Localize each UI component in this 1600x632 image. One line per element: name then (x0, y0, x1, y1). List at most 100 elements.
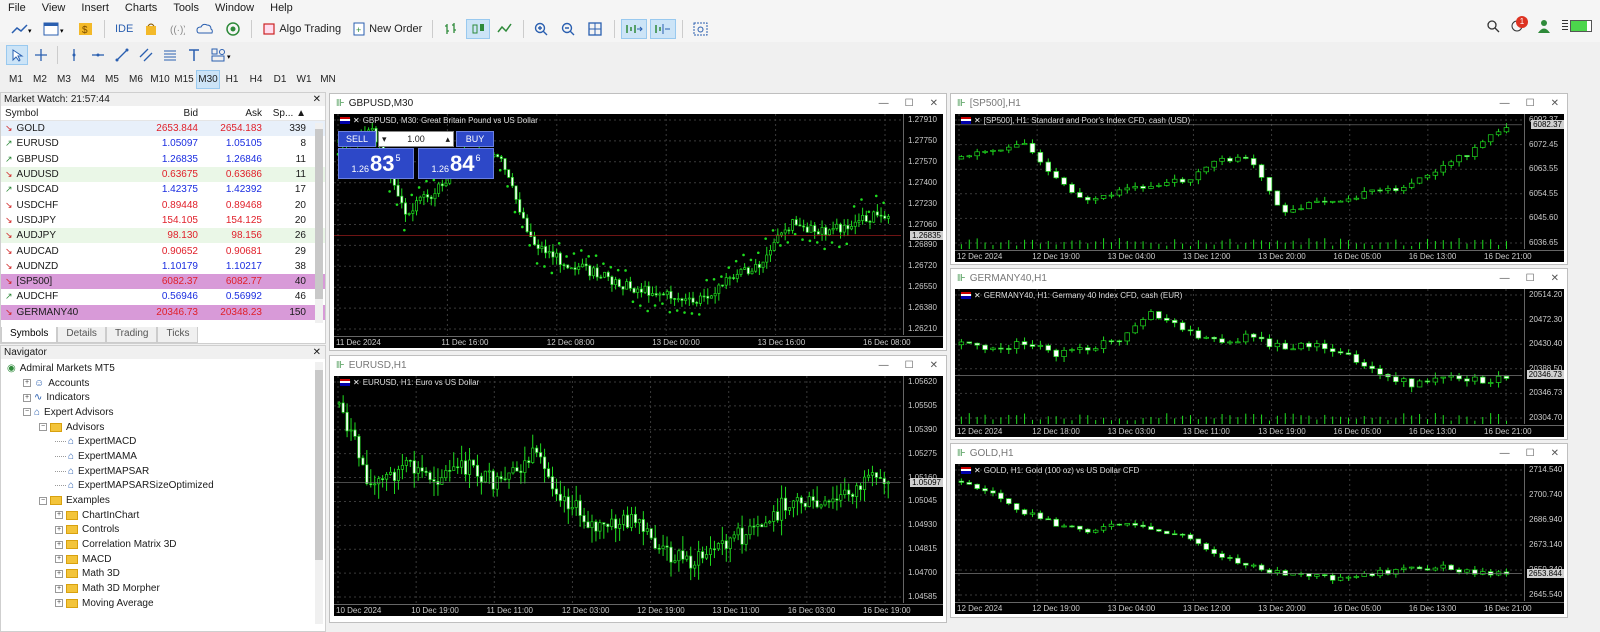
horizontal-line-button[interactable] (87, 45, 109, 65)
chart-window-gold[interactable]: ⊪ GOLD,H1 — ☐ ✕ 2714.540 2700.740 2686.940 2673… (950, 443, 1568, 618)
market-watch-row[interactable]: ↗ AUDCHF 0.56946 0.56992 46 (1, 289, 325, 305)
chart-area[interactable]: 20514.20 20472.30 20430.40 20388.50 20346.73… (955, 289, 1564, 437)
vps-button[interactable] (192, 19, 218, 39)
time-axis[interactable]: 12 Dec 2024 12 Dec 18:00 13 Dec 03:00 13 De… (955, 425, 1564, 437)
navigator-item[interactable]: ⌂ ExpertMAMA (1, 449, 325, 464)
maximize-icon[interactable]: ☐ (905, 360, 914, 371)
close-icon[interactable]: ✕ (1551, 98, 1559, 109)
expand-icon[interactable]: + (55, 525, 63, 534)
lot-decrease-icon[interactable]: ▾ (382, 134, 387, 145)
navigator-item[interactable]: ⌂ ExpertMAPSARSizeOptimized (1, 479, 325, 494)
auto-scroll-button[interactable] (621, 19, 648, 39)
navigator-item[interactable]: − Examples (1, 493, 325, 508)
maximize-icon[interactable]: ☐ (1526, 273, 1535, 284)
navigator-item[interactable]: + ☺ Accounts (1, 376, 325, 391)
minimize-icon[interactable]: — (1500, 273, 1510, 284)
chart-canvas[interactable] (955, 114, 1564, 262)
line-chart-button[interactable] (493, 19, 517, 39)
menu-window[interactable]: Window (207, 2, 262, 14)
sell-price-box[interactable]: 1.26 83 5 (338, 148, 414, 179)
time-axis[interactable]: 12 Dec 2024 12 Dec 19:00 13 Dec 04:00 13 De… (955, 250, 1564, 262)
time-axis[interactable]: 11 Dec 2024 11 Dec 16:00 12 Dec 08:00 13 De… (334, 336, 943, 348)
market-watch-row[interactable]: ↗ USDCAD 1.42375 1.42392 17 (1, 182, 325, 198)
column-symbol[interactable]: Symbol (1, 108, 135, 119)
navigator-item[interactable]: ◉ Admiral Markets MT5 (1, 361, 325, 376)
timeframe-m2[interactable]: M2 (28, 70, 52, 89)
screenshot-button[interactable] (689, 19, 713, 39)
timeframe-m15[interactable]: M15 (172, 70, 196, 89)
cursor-button[interactable] (6, 45, 28, 65)
menu-charts[interactable]: Charts (117, 2, 165, 14)
navigator-item[interactable]: + ∿ Indicators (1, 390, 325, 405)
price-axis[interactable]: 1.056201.055051.053901.052751.051601.050… (903, 376, 943, 603)
close-icon[interactable]: ✕ (930, 360, 938, 371)
maximize-icon[interactable]: ☐ (1526, 448, 1535, 459)
tab-symbols[interactable]: Symbols (1, 327, 58, 343)
chart-area[interactable]: 6092.376072.456063.556054.556045.606036.… (955, 114, 1564, 262)
chart-window-gbpusd[interactable]: ⊪ GBPUSD,M30— ☐ ✕ 1.27910 1.27750 1.27570 1.27… (329, 93, 947, 351)
chart-window-eurusd[interactable]: ⊪ EURUSD,H1 — ☐ ✕ 1.05620 1.05505 1.05390 1.052… (329, 355, 947, 623)
market-watch-row[interactable]: ↘ USDCHF 0.89448 0.89468 20 (1, 197, 325, 213)
chart-window-titlebar[interactable]: ⊪ GBPUSD,M30 — ☐ ✕ (330, 94, 946, 112)
market-watch-scrollbar[interactable] (315, 123, 323, 323)
close-icon[interactable]: ✕ (313, 94, 321, 105)
buy-button[interactable]: BUY (456, 131, 494, 147)
collapse-icon[interactable]: + (23, 379, 31, 388)
menu-tools[interactable]: Tools (165, 2, 207, 14)
chart-window-sp500[interactable]: ⊪[SP500],H1—☐✕ 6092.376072.456063.556054… (950, 93, 1568, 265)
collapse-icon[interactable]: + (23, 393, 31, 402)
chart-area[interactable]: 1.27910 1.27750 1.27570 1.27400 1.27230 1.270… (334, 114, 943, 348)
lot-size-field[interactable]: ▾ 1.00 ▴ (378, 131, 454, 147)
market-watch-row[interactable]: ↘ AUDCAD 0.90652 0.90681 29 (1, 243, 325, 259)
market-watch-row[interactable]: ↘ AUDUSD 0.63675 0.63686 11 (1, 166, 325, 183)
chart-canvas[interactable] (955, 464, 1564, 614)
expand-icon[interactable]: + (55, 540, 63, 549)
text-button[interactable] (183, 45, 205, 65)
column-ask[interactable]: Ask (200, 108, 264, 119)
timeframe-m5[interactable]: M5 (100, 70, 124, 89)
timeframe-m10[interactable]: M10 (148, 70, 172, 89)
channel-button[interactable] (135, 45, 157, 65)
market-watch-row[interactable]: ↘ USDJPY 154.105 154.125 20 (1, 212, 325, 229)
new-chart-button[interactable]: ▾ (6, 19, 36, 39)
chart-window-titlebar[interactable]: ⊪ EURUSD,H1 — ☐ ✕ (330, 356, 946, 374)
signals-button[interactable]: ((·)) (165, 19, 189, 39)
maximize-icon[interactable]: ☐ (905, 98, 914, 109)
navigator-item[interactable]: + Controls (1, 523, 325, 538)
price-axis[interactable]: 1.27910 1.27750 1.27570 1.27400 1.27230 1.270… (903, 114, 943, 335)
timeframe-m4[interactable]: M4 (76, 70, 100, 89)
close-icon[interactable]: ✕ (313, 347, 321, 358)
chart-window-germany40[interactable]: ⊪ GERMANY40,H1 — ☐ ✕ 20514.20 20472.30 20430.4… (950, 268, 1568, 440)
chart-canvas[interactable] (334, 376, 943, 616)
close-icon[interactable]: ✕ (1551, 448, 1559, 459)
chart-canvas[interactable] (955, 289, 1564, 437)
trendline-button[interactable] (111, 45, 133, 65)
search-icon[interactable] (1486, 19, 1500, 33)
scrollbar-thumb[interactable] (315, 129, 323, 299)
menu-insert[interactable]: Insert (73, 2, 117, 14)
market-watch-row[interactable]: ↘ AUDNZD 1.10179 1.10217 38 (1, 258, 325, 274)
timeframe-h1[interactable]: H1 (220, 70, 244, 89)
navigator-scrollbar[interactable] (315, 362, 323, 624)
close-icon[interactable]: ✕ (1551, 273, 1559, 284)
timeframe-mn[interactable]: MN (316, 70, 340, 89)
notifications-button[interactable]: 1 (1510, 16, 1528, 33)
timeframe-m6[interactable]: M6 (124, 70, 148, 89)
timeframe-m1[interactable]: M1 (4, 70, 28, 89)
shapes-button[interactable]: ▾ (207, 45, 237, 65)
collapse-icon[interactable]: − (39, 423, 47, 432)
expand-icon[interactable]: + (55, 555, 63, 564)
chart-area[interactable]: 1.056201.055051.053901.052751.051601.050… (334, 376, 943, 616)
navigator-item[interactable]: − ⌂ Expert Advisors (1, 405, 325, 420)
navigator-item[interactable]: + MACD (1, 552, 325, 567)
navigator-item[interactable]: + Correlation Matrix 3D (1, 537, 325, 552)
maximize-icon[interactable]: ☐ (1526, 98, 1535, 109)
collapse-icon[interactable]: − (39, 496, 47, 505)
market-watch-row[interactable]: ↗ EURUSD 1.05097 1.05105 8 (1, 136, 325, 152)
scrollbar-thumb[interactable] (315, 370, 323, 560)
time-axis[interactable]: 12 Dec 2024 12 Dec 19:00 13 Dec 04:00 13 De… (955, 602, 1564, 614)
timeframe-w1[interactable]: W1 (292, 70, 316, 89)
new-order-button[interactable]: + New Order (348, 19, 426, 39)
navigator-item[interactable]: + Math 3D (1, 567, 325, 582)
tab-ticks[interactable]: Ticks (157, 327, 199, 343)
